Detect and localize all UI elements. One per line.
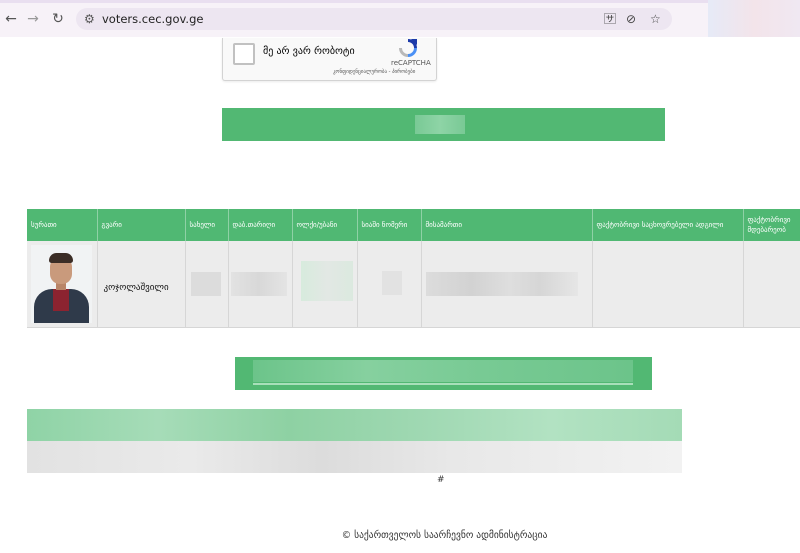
header-name: სახელი [185,209,229,241]
browser-toolbar: ← → ↻ ⚙ voters.cec.gov.ge 🈂 ⊘ ☆ [0,0,800,37]
url-text[interactable]: voters.cec.gov.ge [102,11,203,27]
header-district: ოლქი/უბანი [292,209,358,241]
address-bar[interactable]: ⚙ voters.cec.gov.ge 🈂 ⊘ ☆ [76,8,672,30]
pixelated-name [190,272,221,296]
list-number-cell [357,241,422,328]
reload-icon[interactable]: ↻ [49,10,67,28]
header-birthdate: დაბ.თარიღი [228,209,293,241]
name-cell [185,241,229,328]
table-row: კოჯოლაშვილი [27,241,800,328]
pixelated-address [425,272,578,296]
profile-area[interactable] [708,0,800,37]
voter-photo [31,245,92,323]
header-actual-location: ფაქტობრივი მდებარეობ [743,209,800,241]
site-info-icon[interactable]: ⚙ [84,11,95,27]
eye-off-icon[interactable]: ⊘ [626,11,636,27]
address-cell [421,241,593,328]
secondary-green-button[interactable] [235,357,652,390]
photo-cell [27,241,98,328]
recaptcha-label: მე არ ვარ რობოტი [263,46,355,57]
surname-text: კოჯოლაშვილი [103,282,169,293]
header-photo: სურათი [27,209,98,241]
pixelated-data-row [27,441,682,473]
hash-link[interactable]: # [437,475,445,485]
bookmark-star-icon[interactable]: ☆ [650,11,661,27]
pixelated-button-label [415,115,465,134]
search-button[interactable] [222,108,665,141]
voter-results-table: სურათი გვარი სახელი დაბ.თარიღი ოლქი/უბან… [27,209,800,328]
back-arrow-icon[interactable]: ← [2,10,20,28]
forward-arrow-icon[interactable]: → [24,10,42,28]
actual-residence-cell [592,241,744,328]
header-surname: გვარი [97,209,186,241]
pixelated-underline [253,383,633,385]
footer: © საქართველოს საარჩევნო ადმინისტრაცია [0,530,800,541]
header-actual-residence: ფაქტობრივი საცხოვრებელი ადგილი [592,209,744,241]
recaptcha-widget: მე არ ვარ რობოტი reCAPTCHA კონფიდენციალუ… [222,38,437,81]
pixelated-header-row [27,409,682,441]
recaptcha-brand: reCAPTCHA [391,59,431,67]
recaptcha-logo-icon [399,39,417,57]
pixelated-button-label [253,360,633,382]
copyright-text: © საქართველოს საარჩევნო ადმინისტრაცია [341,530,548,541]
recaptcha-terms-link[interactable]: კონფიდენციალურობა - პირობები [333,69,415,75]
pixelated-district [300,261,353,301]
district-cell [292,241,358,328]
actual-location-cell [743,241,800,328]
pixelated-info-block [27,405,682,473]
header-list-number: სიაში ნომერი [357,209,422,241]
recaptcha-checkbox[interactable] [233,43,255,65]
birthdate-cell [228,241,293,328]
surname-cell: კოჯოლაშვილი [97,241,186,328]
translate-icon[interactable]: 🈂 [604,11,616,27]
tab-strip-edge [0,0,800,3]
pixelated-list-number [381,271,402,295]
header-address: მისამართი [421,209,593,241]
pixelated-birthdate [230,272,287,296]
